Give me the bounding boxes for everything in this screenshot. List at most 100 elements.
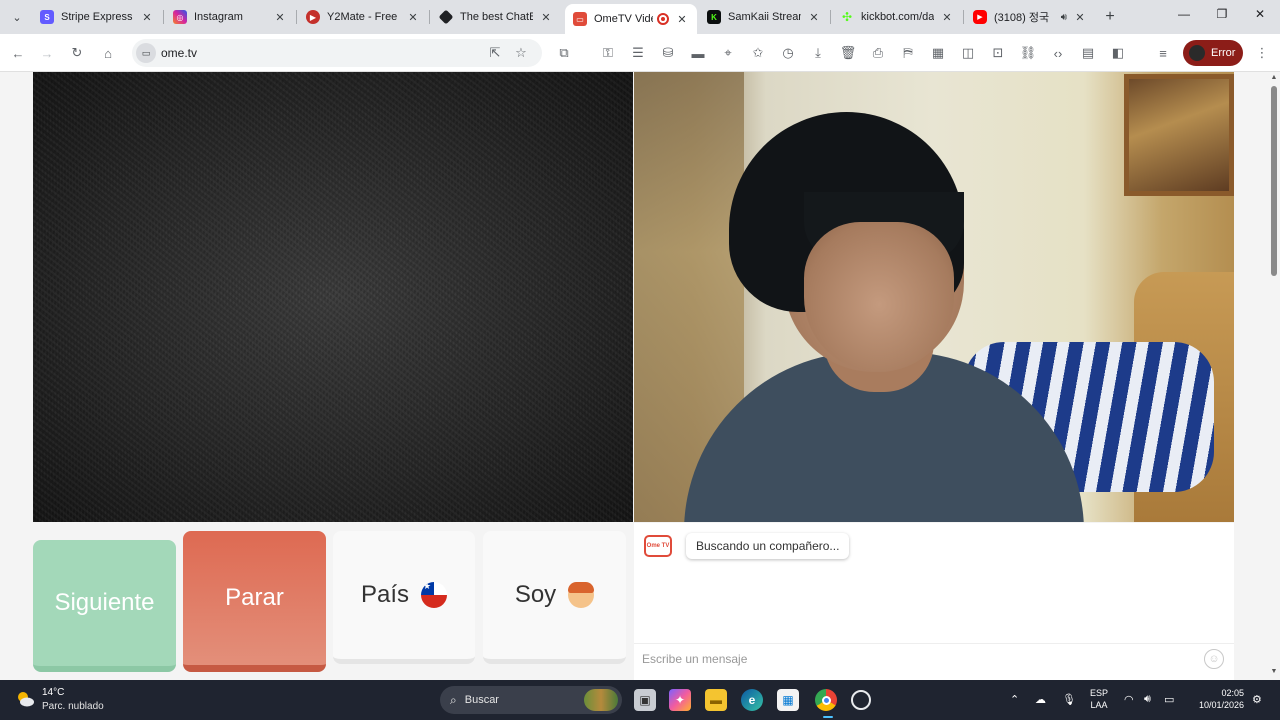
forward-arrow-icon[interactable]: → (38, 44, 56, 62)
battery-icon[interactable]: ▭ (1164, 693, 1174, 706)
profile-error-button[interactable]: Error (1183, 40, 1243, 66)
close-icon[interactable]: ✕ (675, 13, 689, 26)
country-filter-button[interactable]: País (333, 531, 475, 664)
kick-favicon-icon: K (707, 10, 721, 24)
search-highlight-image (584, 689, 618, 711)
reload-icon[interactable]: ↻ (68, 44, 86, 62)
kickbot-favicon-icon: ✣ (841, 10, 853, 24)
tab-separator (163, 10, 164, 24)
print-icon[interactable]: ⎙ (869, 44, 887, 62)
media-controls-icon[interactable]: ≡ (1154, 44, 1172, 62)
chat-input-bar: ☺ (634, 643, 1234, 673)
kebab-menu-icon[interactable]: ⋮ (1253, 44, 1271, 62)
close-icon[interactable]: ✕ (539, 11, 553, 24)
tab-instagram[interactable]: ◎ Instagram ✕ (165, 4, 295, 30)
location-pin-icon[interactable]: ⌖ (719, 44, 737, 62)
download-icon[interactable]: ⤓ (809, 44, 827, 62)
code-icon[interactable]: ‹› (1049, 44, 1067, 62)
close-icon[interactable]: ✕ (1073, 11, 1087, 24)
wifi-icon[interactable]: ◠ (1124, 693, 1134, 706)
gender-select-button[interactable]: Soy (483, 531, 626, 664)
trash-icon[interactable]: 🗑︎ (839, 44, 857, 62)
bookmark-star-icon[interactable]: ☆ (512, 44, 530, 62)
reading-list-icon[interactable]: ☰ (629, 44, 647, 62)
scroll-thumb[interactable] (1271, 86, 1277, 276)
close-icon[interactable]: ✕ (406, 11, 420, 24)
system-clock[interactable]: 02:05 10/01/2026 (1192, 687, 1244, 711)
stack-icon[interactable]: ⛁ (659, 44, 677, 62)
stop-button[interactable]: Parar (183, 531, 326, 672)
weather-temperature[interactable]: 14°C (42, 687, 64, 698)
back-arrow-icon[interactable]: ← (9, 44, 27, 62)
extensions-puzzle-icon[interactable]: ⧉ (555, 44, 573, 62)
notifications-bell-icon[interactable]: ⚙ (1252, 693, 1262, 706)
split-view-icon[interactable]: ◧ (1109, 44, 1127, 62)
close-icon[interactable]: ✕ (140, 11, 154, 24)
weather-description[interactable]: Parc. nublado (42, 701, 104, 712)
chatgpt-app-icon[interactable] (851, 690, 871, 710)
close-icon[interactable]: ✕ (273, 11, 287, 24)
emoji-smile-icon[interactable]: ☺ (1204, 649, 1224, 669)
close-icon[interactable]: ✕ (807, 11, 821, 24)
tab-title: Stripe Express (61, 11, 133, 23)
taskbar-search-box[interactable]: ⌕ Buscar (440, 686, 622, 714)
ometv-page: Siguiente Parar País Soy Ome TV Buscando… (0, 72, 1280, 680)
reader-mode-icon[interactable]: ◫ (959, 44, 977, 62)
tab-stripe-express[interactable]: S Stripe Express ✕ (32, 4, 162, 30)
tab-title: SamKaii Stream (728, 11, 801, 23)
next-button[interactable]: Siguiente (33, 540, 176, 672)
address-bar[interactable]: ▭ ome.tv ⇱ ☆ (132, 39, 542, 67)
chrome-active-indicator (823, 716, 833, 718)
task-view-icon[interactable]: ▣ (634, 689, 656, 711)
speaker-icon[interactable]: 🔊︎ (1061, 12, 1067, 23)
tab-search-chevron-icon[interactable]: ⌄ (6, 7, 28, 27)
tab-youtube[interactable]: ▶ (3108) 정국 🔊︎ ✕ (965, 4, 1095, 30)
input-language-indicator[interactable]: ESP LAA (1090, 687, 1108, 711)
window-close-icon[interactable]: ✕ (1250, 7, 1270, 21)
site-info-icon[interactable]: ▭ (136, 43, 156, 63)
tab-samkaii-stream[interactable]: K SamKaii Stream ✕ (699, 4, 829, 30)
language-code: ESP (1090, 688, 1109, 698)
copilot-icon[interactable]: ✦ (669, 689, 691, 711)
minimize-icon[interactable]: — (1174, 7, 1194, 21)
windows-start-icon[interactable] (408, 690, 428, 710)
tab-chatbot[interactable]: The best ChatBo ✕ (431, 4, 561, 30)
partly-cloudy-icon[interactable] (15, 689, 35, 709)
page-scrollbar[interactable]: ▲ ▼ (1268, 72, 1280, 680)
tab-separator (963, 10, 964, 24)
history-icon[interactable]: ◷ (779, 44, 797, 62)
qr-code-icon[interactable]: ▦ (929, 44, 947, 62)
status-message: Buscando un compañero... (686, 533, 850, 559)
install-app-icon[interactable]: ⇱ (486, 44, 504, 62)
tab-separator (830, 10, 831, 24)
translate-icon[interactable]: ⛿ (899, 44, 917, 62)
tab-title: (3108) 정국 (994, 12, 1050, 24)
url-text[interactable]: ome.tv (161, 46, 197, 60)
microphone-icon[interactable]: 🎙︎ (1062, 693, 1076, 706)
microsoft-store-icon[interactable]: ▦ (777, 689, 799, 711)
new-tab-plus-icon[interactable]: + (1101, 8, 1119, 26)
volume-icon[interactable]: 🔊︎ (1144, 693, 1151, 706)
tab-ometv[interactable]: ▭ OmeTV Vide ✕ (565, 4, 697, 34)
password-key-icon[interactable]: ⚿ (599, 44, 617, 62)
y2mate-favicon-icon: ▶ (306, 10, 320, 24)
star-badge-icon[interactable]: ✩ (749, 44, 767, 62)
cast-icon[interactable]: ⊡ (989, 44, 1007, 62)
youtube-favicon-icon: ▶ (973, 10, 987, 24)
message-input[interactable] (642, 650, 1192, 668)
scroll-down-arrow-icon[interactable]: ▼ (1270, 668, 1278, 675)
restore-icon[interactable]: ❐ (1212, 7, 1232, 21)
file-explorer-icon[interactable]: ▬ (705, 689, 727, 711)
scroll-up-arrow-icon[interactable]: ▲ (1270, 74, 1278, 81)
edge-browser-icon[interactable]: e (741, 689, 763, 711)
tray-overflow-chevron-icon[interactable]: ⌃ (1010, 693, 1019, 706)
onedrive-cloud-icon[interactable]: ☁ (1035, 693, 1046, 706)
tab-kickbot[interactable]: ✣ kickbot.com/das ✕ (832, 4, 962, 30)
tab-search-icon[interactable]: ▤ (1079, 44, 1097, 62)
home-icon[interactable]: ⌂ (99, 44, 117, 62)
chrome-browser-icon[interactable] (815, 689, 837, 711)
link-icon[interactable]: ⛓︎ (1019, 44, 1037, 62)
tab-y2mate[interactable]: ▶ Y2Mate - Free Y ✕ (298, 4, 428, 30)
payment-card-icon[interactable]: ▬ (689, 44, 707, 62)
close-icon[interactable]: ✕ (940, 11, 954, 24)
